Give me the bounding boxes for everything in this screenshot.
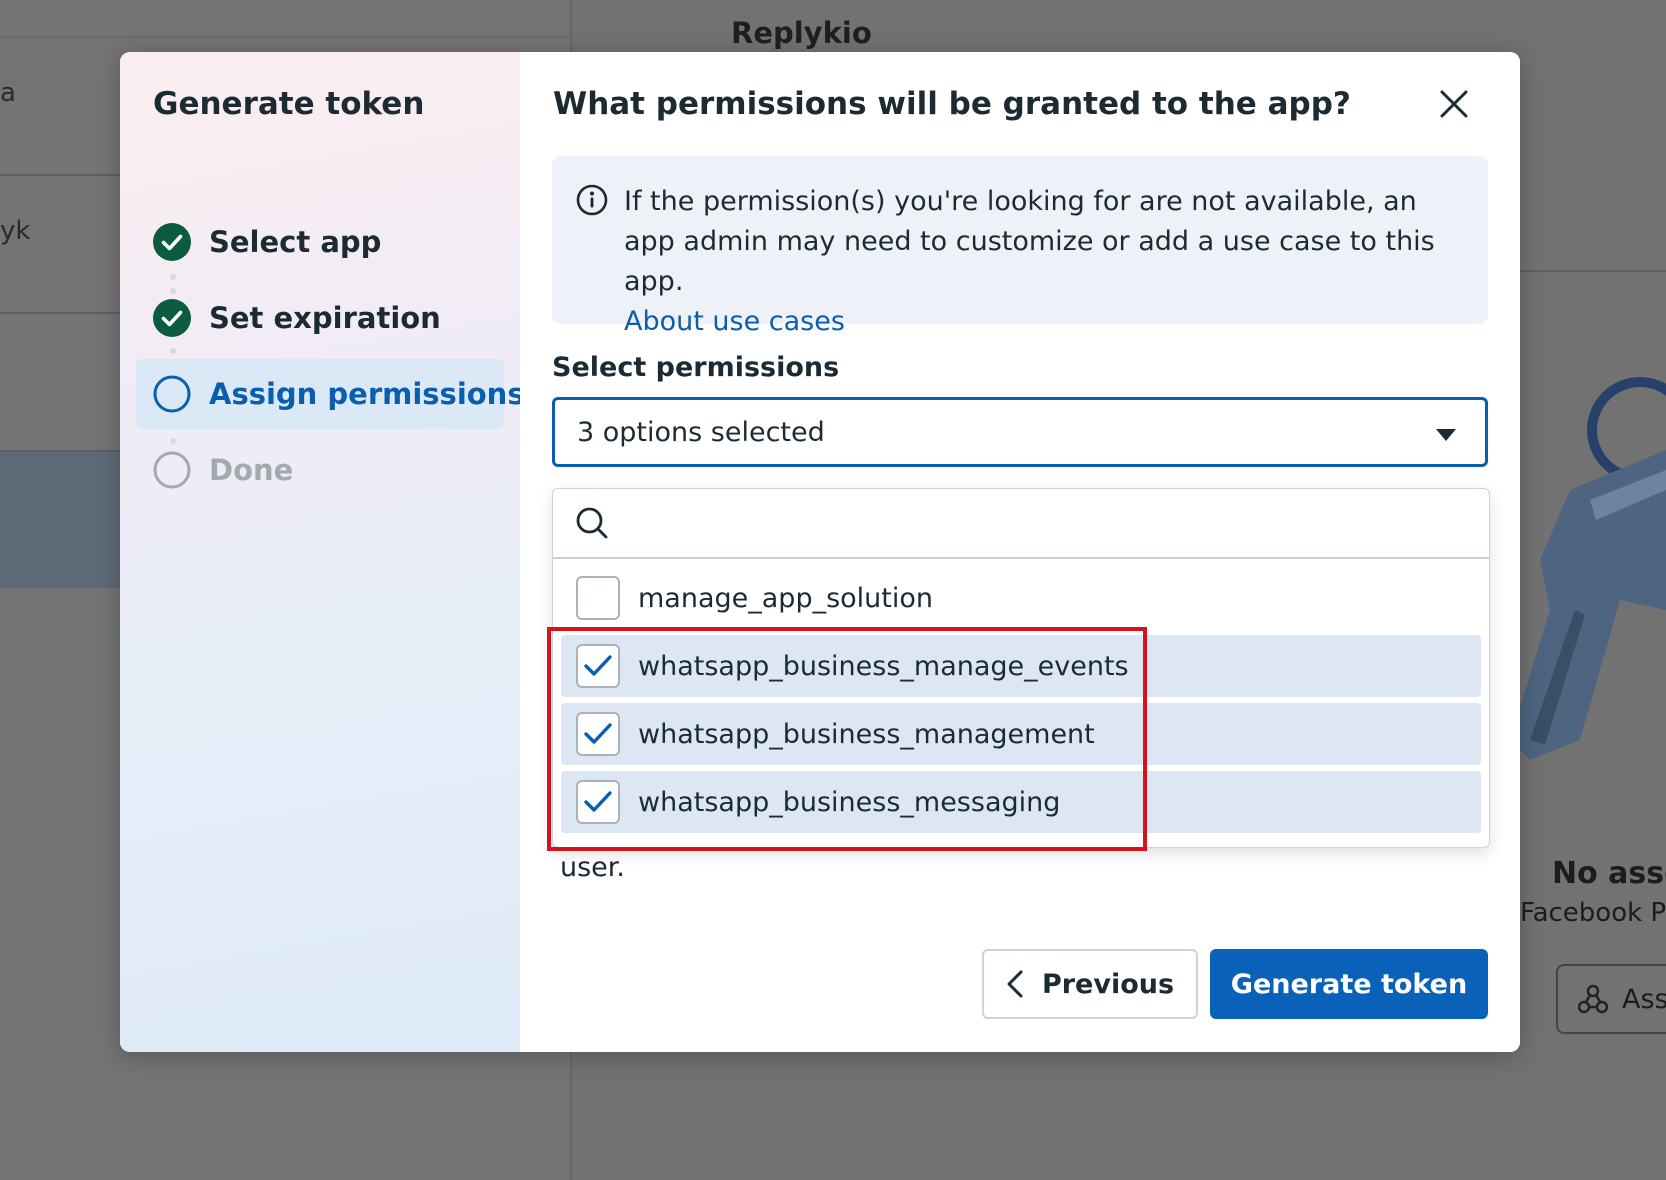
previous-button-label: Previous	[1041, 968, 1175, 1000]
step-label: Assign permissions	[209, 377, 525, 411]
step-label: Select app	[209, 225, 382, 259]
step-label: Set expiration	[209, 301, 441, 335]
checkbox-unchecked[interactable]	[576, 576, 620, 620]
checkmark-icon	[584, 723, 612, 744]
pending-step-circle-icon	[153, 451, 191, 489]
permissions-search-input[interactable]	[623, 506, 1447, 540]
step-select-app: Select app	[136, 207, 504, 277]
key-illustration-icon	[1510, 377, 1666, 760]
content-pane: What permissions will be granted to the …	[520, 52, 1520, 1052]
background-assign-button: Ass	[1556, 964, 1666, 1034]
background-empty-state-subtitle: Facebook P	[1520, 898, 1666, 928]
dialog-title: What permissions will be granted to the …	[553, 86, 1351, 122]
checkmark-icon	[584, 791, 612, 812]
permission-option-label: manage_app_solution	[638, 582, 933, 614]
step-done: Done	[136, 435, 504, 505]
stepper-pane: Generate token Select app Set expiration…	[120, 52, 525, 1052]
permission-option-label: whatsapp_business_manage_events	[638, 650, 1129, 682]
underlying-text: user.	[560, 852, 625, 883]
close-icon	[1440, 90, 1468, 118]
stepper-title: Generate token	[153, 86, 425, 122]
checkmark-icon	[584, 655, 612, 676]
share-nodes-icon	[1578, 984, 1608, 1014]
permissions-select[interactable]: 3 options selected	[552, 397, 1488, 467]
permission-option-label: whatsapp_business_management	[638, 718, 1095, 750]
generate-token-button-label: Generate token	[1230, 968, 1468, 1000]
generate-token-button[interactable]: Generate token	[1210, 949, 1488, 1019]
step-connector	[170, 348, 176, 354]
active-step-circle-icon	[153, 375, 191, 413]
select-permissions-label: Select permissions	[552, 352, 840, 383]
check-circle-icon	[153, 299, 191, 337]
permissions-select-value: 3 options selected	[577, 416, 825, 448]
generate-token-dialog: Generate token Select app Set expiration…	[120, 52, 1520, 1052]
permission-option-label: whatsapp_business_messaging	[638, 786, 1061, 818]
checkbox-checked[interactable]	[576, 780, 620, 824]
about-use-cases-link[interactable]: About use cases	[624, 302, 1464, 342]
search-row	[553, 489, 1489, 559]
background-divider	[1500, 270, 1666, 272]
checkbox-checked[interactable]	[576, 712, 620, 756]
check-circle-icon	[153, 223, 191, 261]
checkbox-checked[interactable]	[576, 644, 620, 688]
step-set-expiration: Set expiration	[136, 283, 504, 353]
info-message: If the permission(s) you're looking for …	[624, 186, 1435, 297]
permission-option-whatsapp-business-management[interactable]: whatsapp_business_management	[561, 703, 1481, 765]
search-icon	[576, 507, 608, 539]
background-empty-state-title: No asse	[1552, 856, 1666, 891]
permission-option-manage-app-solution[interactable]: manage_app_solution	[561, 567, 1481, 629]
info-text-block: If the permission(s) you're looking for …	[624, 182, 1464, 342]
chevron-left-icon	[1007, 970, 1023, 998]
info-banner: If the permission(s) you're looking for …	[552, 156, 1488, 337]
close-button[interactable]	[1432, 82, 1476, 126]
background-divider	[0, 36, 570, 38]
permission-option-whatsapp-business-manage-events[interactable]: whatsapp_business_manage_events	[561, 635, 1481, 697]
permissions-dropdown: manage_app_solution whatsapp_business_ma…	[552, 488, 1490, 848]
background-assign-button-label: Ass	[1622, 983, 1666, 1015]
step-label: Done	[209, 453, 294, 487]
previous-button[interactable]: Previous	[982, 949, 1198, 1019]
background-row-text: a	[0, 78, 16, 108]
background-row-text: yk	[0, 216, 31, 246]
step-assign-permissions: Assign permissions	[136, 359, 525, 429]
caret-down-icon	[1436, 429, 1456, 441]
info-icon	[576, 184, 608, 216]
background-app-name: Replykio	[731, 16, 872, 50]
permission-option-whatsapp-business-messaging[interactable]: whatsapp_business_messaging	[561, 771, 1481, 833]
